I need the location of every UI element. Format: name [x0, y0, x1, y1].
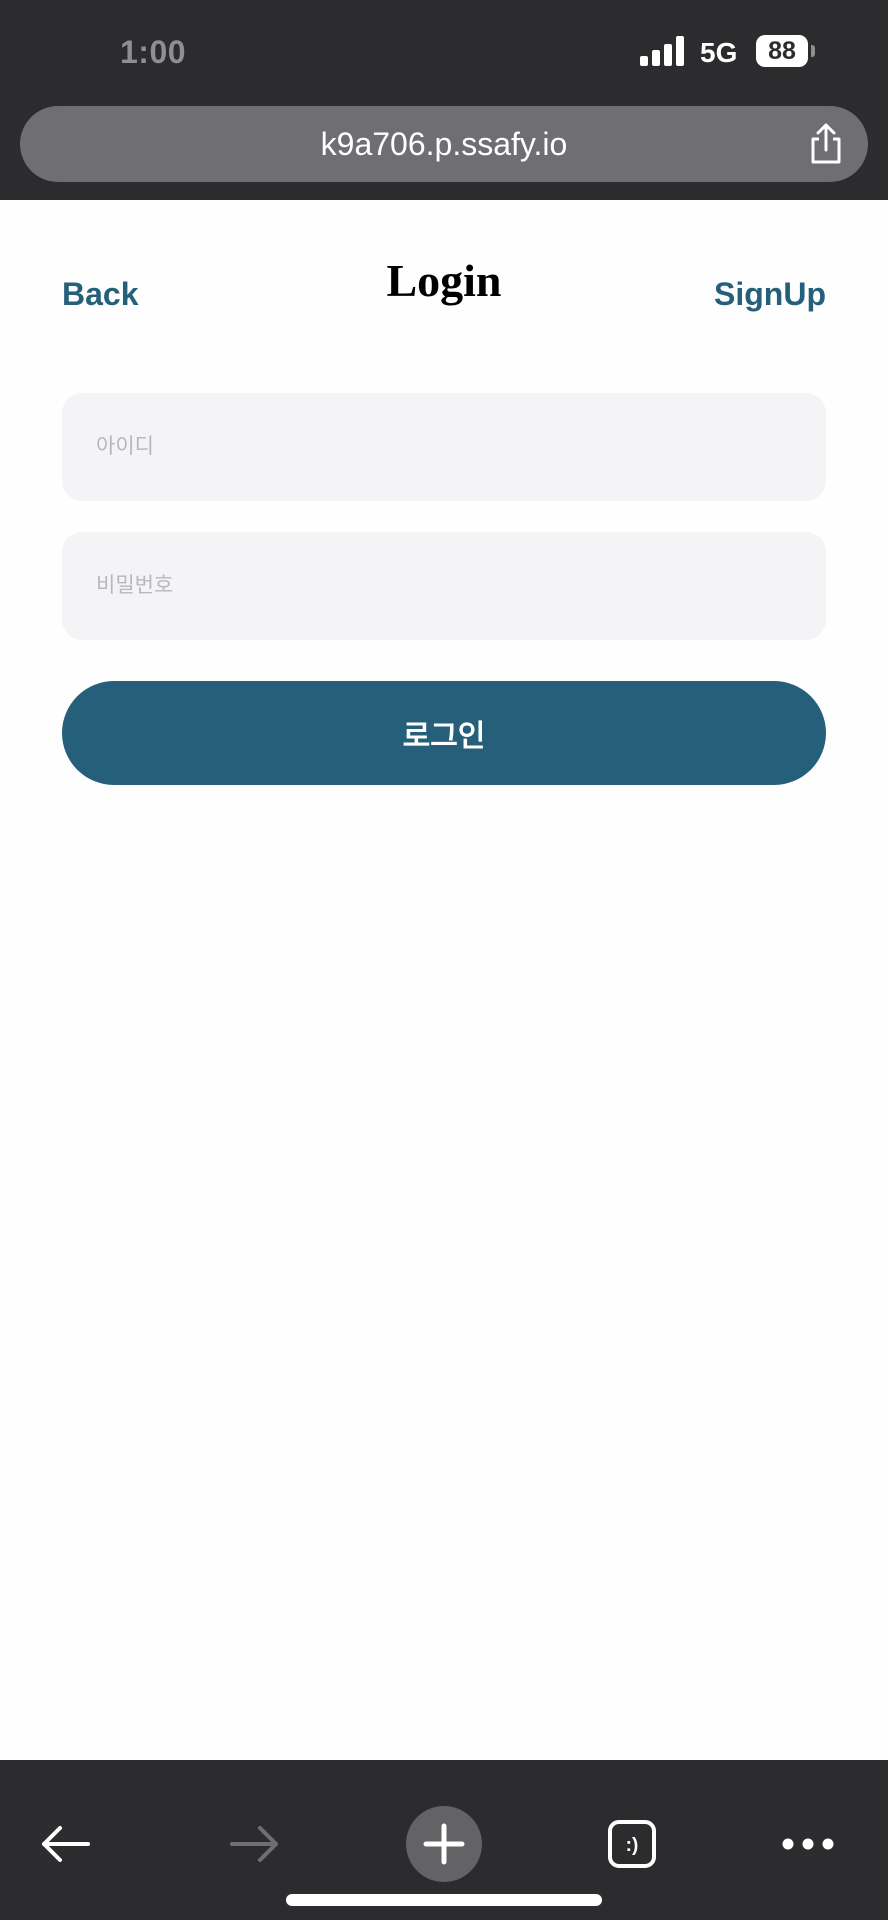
forward-arrow-icon[interactable]: [214, 1804, 294, 1884]
status-time: 1:00: [120, 34, 187, 70]
phone-screen: 1:00 5G 88 k9a706.p.ssafy.io Back Login …: [0, 0, 888, 1920]
tabs-icon-text: :): [626, 1835, 639, 1856]
id-input[interactable]: [62, 393, 826, 501]
share-icon[interactable]: [804, 122, 848, 166]
url-text[interactable]: k9a706.p.ssafy.io: [20, 106, 868, 182]
network-type: 5G: [700, 37, 738, 68]
back-arrow-icon[interactable]: [26, 1804, 106, 1884]
plus-icon[interactable]: [404, 1804, 484, 1884]
login-page: Back Login SignUp 로그인: [0, 200, 888, 1760]
address-bar[interactable]: k9a706.p.ssafy.io: [20, 106, 868, 182]
home-indicator: [286, 1894, 602, 1906]
battery-icon: 88: [756, 35, 808, 67]
login-button[interactable]: 로그인: [62, 681, 826, 785]
tabs-icon[interactable]: :): [592, 1804, 672, 1884]
status-bar: 1:00 5G 88: [0, 0, 888, 100]
signal-strength-icon: [640, 36, 688, 66]
password-input[interactable]: [62, 532, 826, 640]
signup-link[interactable]: SignUp: [714, 276, 826, 313]
more-icon[interactable]: [768, 1804, 848, 1884]
battery-tip: [811, 45, 815, 57]
